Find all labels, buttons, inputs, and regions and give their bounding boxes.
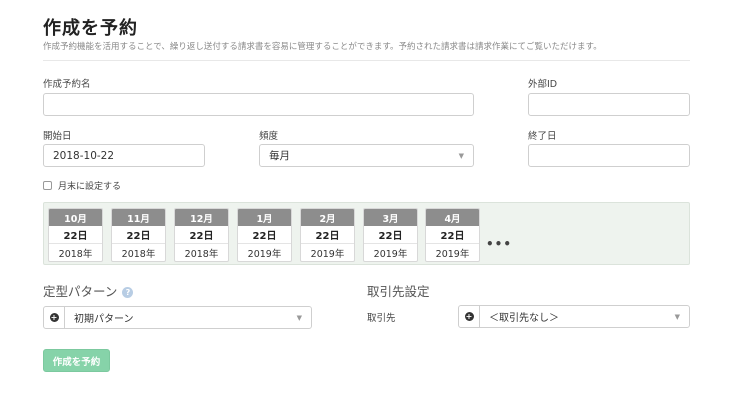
pattern-section-label: 定型パターン <box>43 284 118 299</box>
client-section-title: 取引先設定 <box>367 284 430 299</box>
schedule-card-year: 2019年 <box>435 249 470 260</box>
month-end-checkbox[interactable] <box>43 181 52 190</box>
schedule-card-day: 22日 <box>175 226 228 244</box>
plus-icon: + <box>49 312 59 322</box>
schedule-card-year: 2018年 <box>121 249 156 260</box>
schedule-card-month: 4月 <box>426 209 479 226</box>
schedule-card: 1月 22日 2019年 <box>237 208 292 262</box>
schedule-card-day: 22日 <box>301 226 354 244</box>
schedule-card-month: 12月 <box>175 209 228 226</box>
client-select[interactable]: ＜取引先なし＞ ▼ <box>480 306 689 327</box>
schedule-preview: 10月 22日 2018年 11月 22日 2018年 12月 22日 2018… <box>43 202 690 265</box>
schedule-card: 2月 22日 2019年 <box>300 208 355 262</box>
start-date-input[interactable]: 2018-10-22 <box>43 144 205 167</box>
schedule-card-year: 2019年 <box>247 249 282 260</box>
schedule-card: 10月 22日 2018年 <box>48 208 103 262</box>
schedule-name-input[interactable] <box>43 93 474 116</box>
schedule-card-month: 1月 <box>238 209 291 226</box>
schedule-card-year: 2018年 <box>184 249 219 260</box>
schedule-card-month: 10月 <box>49 209 102 226</box>
chevron-down-icon: ▼ <box>674 312 680 321</box>
schedule-card-month: 2月 <box>301 209 354 226</box>
client-label: 取引先 <box>367 313 396 324</box>
schedule-card-month: 11月 <box>112 209 165 226</box>
end-date-label: 終了日 <box>528 131 557 142</box>
schedule-card-year: 2019年 <box>373 249 408 260</box>
schedule-card-year: 2019年 <box>310 249 345 260</box>
schedule-card-day: 22日 <box>112 226 165 244</box>
pattern-select[interactable]: 初期パターン ▼ <box>65 307 311 328</box>
schedule-card: 11月 22日 2018年 <box>111 208 166 262</box>
page-title: 作成を予約 <box>43 18 138 39</box>
schedule-card: 12月 22日 2018年 <box>174 208 229 262</box>
schedule-card-month: 3月 <box>364 209 417 226</box>
pattern-select-group: + 初期パターン ▼ <box>43 306 312 329</box>
month-end-option[interactable]: 月末に設定する <box>43 179 121 192</box>
start-date-label: 開始日 <box>43 131 72 142</box>
divider <box>43 60 690 61</box>
schedule-card-day: 22日 <box>49 226 102 244</box>
month-end-label: 月末に設定する <box>58 182 122 192</box>
pattern-section-title: 定型パターン? <box>43 281 134 300</box>
add-client-button[interactable]: + <box>459 306 480 327</box>
schedule-card-year: 2018年 <box>58 249 93 260</box>
external-id-input[interactable] <box>528 93 690 116</box>
help-icon[interactable]: ? <box>122 287 134 298</box>
external-id-label: 外部ID <box>528 79 558 90</box>
page-description: 作成予約機能を活用することで、繰り返し送付する請求書を容易に管理することができま… <box>43 42 602 52</box>
frequency-label: 頻度 <box>259 131 279 142</box>
end-date-input[interactable] <box>528 144 690 167</box>
schedule-card: 4月 22日 2019年 <box>425 208 480 262</box>
schedule-name-label: 作成予約名 <box>43 79 91 90</box>
pattern-value: 初期パターン <box>74 314 134 325</box>
chevron-down-icon: ▼ <box>296 313 302 322</box>
frequency-select[interactable]: 毎月 ▼ <box>259 144 474 167</box>
add-pattern-button[interactable]: + <box>44 307 65 328</box>
more-indicator: ••• <box>486 237 513 251</box>
frequency-value: 毎月 <box>269 150 290 162</box>
client-select-group: + ＜取引先なし＞ ▼ <box>458 305 690 328</box>
plus-icon: + <box>464 311 474 321</box>
schedule-card: 3月 22日 2019年 <box>363 208 418 262</box>
client-value: ＜取引先なし＞ <box>489 313 559 324</box>
schedule-card-day: 22日 <box>238 226 291 244</box>
schedule-card-day: 22日 <box>426 226 479 244</box>
schedule-submit-button[interactable]: 作成を予約 <box>43 349 110 372</box>
chevron-down-icon: ▼ <box>458 151 464 160</box>
schedule-card-day: 22日 <box>364 226 417 244</box>
